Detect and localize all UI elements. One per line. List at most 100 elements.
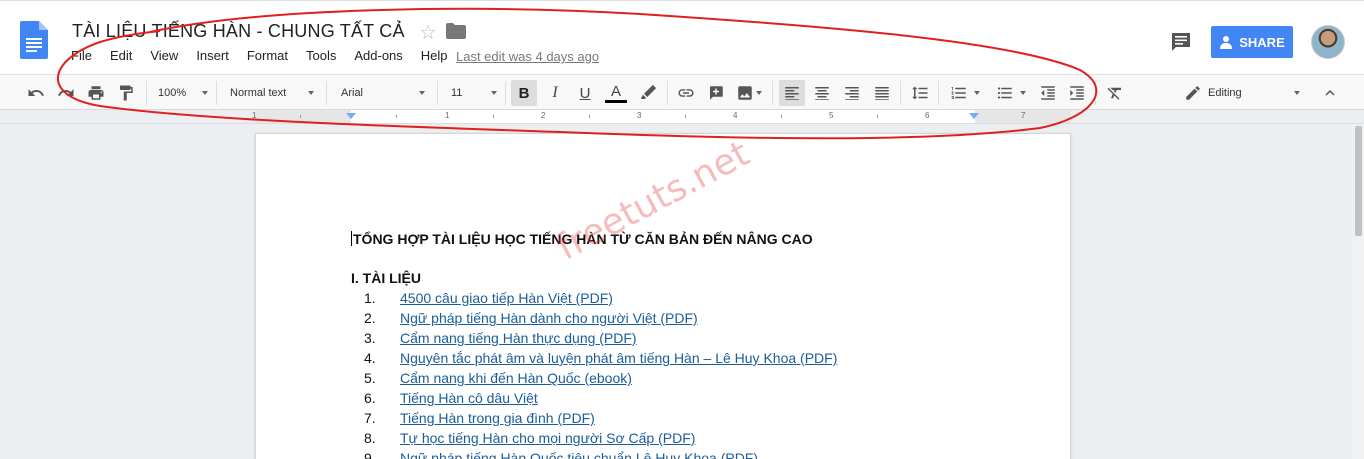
document-title[interactable]: TÀI LIỆU TIẾNG HÀN - CHUNG TẤT CẢ — [72, 21, 405, 42]
chevron-down-icon — [1294, 91, 1300, 95]
menu-tools[interactable]: Tools — [306, 48, 336, 63]
ruler-number: 2 — [541, 111, 546, 120]
ruler-tick — [685, 115, 686, 118]
italic-button[interactable]: I — [543, 80, 567, 106]
ruler-tick — [589, 115, 590, 118]
underline-button[interactable]: U — [573, 80, 597, 106]
text-cursor — [351, 231, 352, 246]
align-left-icon[interactable] — [779, 80, 805, 106]
list-item: 1. 4500 câu giao tiếp Hàn Việt (PDF) — [364, 290, 837, 310]
print-icon[interactable] — [84, 80, 108, 106]
ruler-number: 5 — [829, 111, 834, 120]
google-docs-icon[interactable] — [20, 21, 48, 59]
avatar[interactable] — [1311, 25, 1345, 59]
scrollbar-thumb[interactable] — [1355, 126, 1362, 236]
clear-formatting-icon[interactable] — [1103, 80, 1127, 106]
ruler-number: 4 — [733, 111, 738, 120]
toolbar-divider — [326, 81, 327, 105]
bold-button[interactable]: B — [511, 80, 537, 106]
menu-help[interactable]: Help — [421, 48, 448, 63]
ruler-number: 1 — [252, 111, 257, 120]
list-link[interactable]: Tiếng Hàn cô dâu Việt — [400, 390, 538, 410]
left-indent-marker[interactable] — [346, 113, 356, 119]
app-header: TÀI LIỆU TIẾNG HÀN - CHUNG TẤT CẢ ☆ File… — [0, 0, 1364, 74]
font-size-select[interactable]: 11 — [451, 81, 497, 105]
list-number: 1. — [364, 290, 376, 306]
list-item: 7. Tiếng Hàn trong gia đình (PDF) — [364, 410, 837, 430]
ruler-tick — [781, 115, 782, 118]
list-link[interactable]: Ngữ pháp tiếng Hàn dành cho người Việt (… — [400, 310, 698, 330]
list-item: 4. Nguyên tắc phát âm và luyện phát âm ti… — [364, 350, 837, 370]
section-title[interactable]: I. TÀI LIỆU — [351, 270, 421, 286]
menu-edit[interactable]: Edit — [110, 48, 132, 63]
chevron-down-icon — [308, 91, 314, 95]
add-comment-icon[interactable] — [704, 80, 728, 106]
paragraph-style-select[interactable]: Normal text — [230, 81, 314, 105]
folder-icon[interactable] — [446, 23, 466, 39]
chevron-up-icon[interactable] — [1318, 80, 1342, 106]
chevron-down-icon — [491, 91, 497, 95]
list-link[interactable]: Tiếng Hàn trong gia đình (PDF) — [400, 410, 595, 430]
toolbar-divider — [437, 81, 438, 105]
menu-file[interactable]: File — [71, 48, 92, 63]
align-center-icon[interactable] — [810, 80, 834, 106]
pencil-icon — [1186, 86, 1200, 100]
ruler-tick — [493, 115, 494, 118]
list-number: 8. — [364, 430, 376, 446]
ruler-tick — [300, 115, 301, 118]
list-number: 3. — [364, 330, 376, 346]
toolbar-divider — [772, 81, 773, 105]
ruler-number: 3 — [637, 111, 642, 120]
editing-mode-select[interactable]: Editing — [1184, 80, 1304, 106]
justify-icon[interactable] — [870, 80, 894, 106]
link-icon[interactable] — [674, 80, 698, 106]
star-icon[interactable]: ☆ — [419, 20, 437, 45]
list-number: 5. — [364, 370, 376, 386]
toolbar-divider — [667, 81, 668, 105]
list-link[interactable]: Cẩm nang tiếng Hàn thực dụng (PDF) — [400, 330, 637, 350]
ruler-number: 7 — [1021, 111, 1026, 120]
formatting-toolbar: 100% Normal text Arial 11 B I U A Editin… — [0, 74, 1364, 110]
bulleted-list-icon[interactable] — [991, 80, 1031, 106]
chevron-down-icon — [974, 91, 980, 95]
undo-icon[interactable] — [24, 80, 48, 106]
right-indent-marker[interactable] — [969, 113, 979, 119]
highlight-icon[interactable] — [636, 80, 660, 106]
list-item: 6. Tiếng Hàn cô dâu Việt — [364, 390, 837, 410]
insert-image-icon[interactable] — [733, 80, 765, 106]
decrease-indent-icon[interactable] — [1036, 80, 1060, 106]
line-spacing-icon[interactable] — [908, 80, 932, 106]
last-edit-link[interactable]: Last edit was 4 days ago — [456, 49, 599, 64]
zoom-value: 100% — [158, 87, 187, 99]
toolbar-divider — [146, 81, 147, 105]
text-color-button[interactable]: A — [603, 80, 629, 106]
list-link[interactable]: Cẩm nang khi đến Hàn Quốc (ebook) — [400, 370, 632, 390]
toolbar-divider — [216, 81, 217, 105]
list-link[interactable]: Ngữ pháp tiếng Hàn Quốc tiêu chuẩn Lê Hu… — [400, 450, 758, 459]
ruler-number: 1 — [445, 111, 450, 120]
ruler-tick — [877, 115, 878, 118]
list-link[interactable]: Nguyên tắc phát âm và luyện phát âm tiến… — [400, 350, 837, 370]
paint-format-icon[interactable] — [114, 80, 138, 106]
comments-icon[interactable] — [1170, 31, 1192, 53]
increase-indent-icon[interactable] — [1065, 80, 1089, 106]
chevron-down-icon — [1020, 91, 1026, 95]
list-number: 2. — [364, 310, 376, 326]
font-select[interactable]: Arial — [341, 81, 425, 105]
menu-view[interactable]: View — [150, 48, 178, 63]
numbered-list-icon[interactable] — [945, 80, 985, 106]
toolbar-divider — [505, 81, 506, 105]
share-button[interactable]: SHARE — [1211, 26, 1293, 58]
menu-addons[interactable]: Add-ons — [354, 48, 402, 63]
menu-insert[interactable]: Insert — [196, 48, 229, 63]
list-item: 5. Cẩm nang khi đến Hàn Quốc (ebook) — [364, 370, 837, 390]
font-value: Arial — [341, 87, 364, 99]
list-link[interactable]: 4500 câu giao tiếp Hàn Việt (PDF) — [400, 290, 613, 310]
zoom-select[interactable]: 100% — [158, 81, 208, 105]
menu-format[interactable]: Format — [247, 48, 288, 63]
align-right-icon[interactable] — [840, 80, 864, 106]
list-link[interactable]: Tự học tiếng Hàn cho mọi người Sơ Cấp (P… — [400, 430, 695, 450]
redo-icon[interactable] — [54, 80, 78, 106]
ruler[interactable]: 1 1 2 3 4 5 6 7 — [0, 110, 1364, 124]
toolbar-divider — [900, 81, 901, 105]
